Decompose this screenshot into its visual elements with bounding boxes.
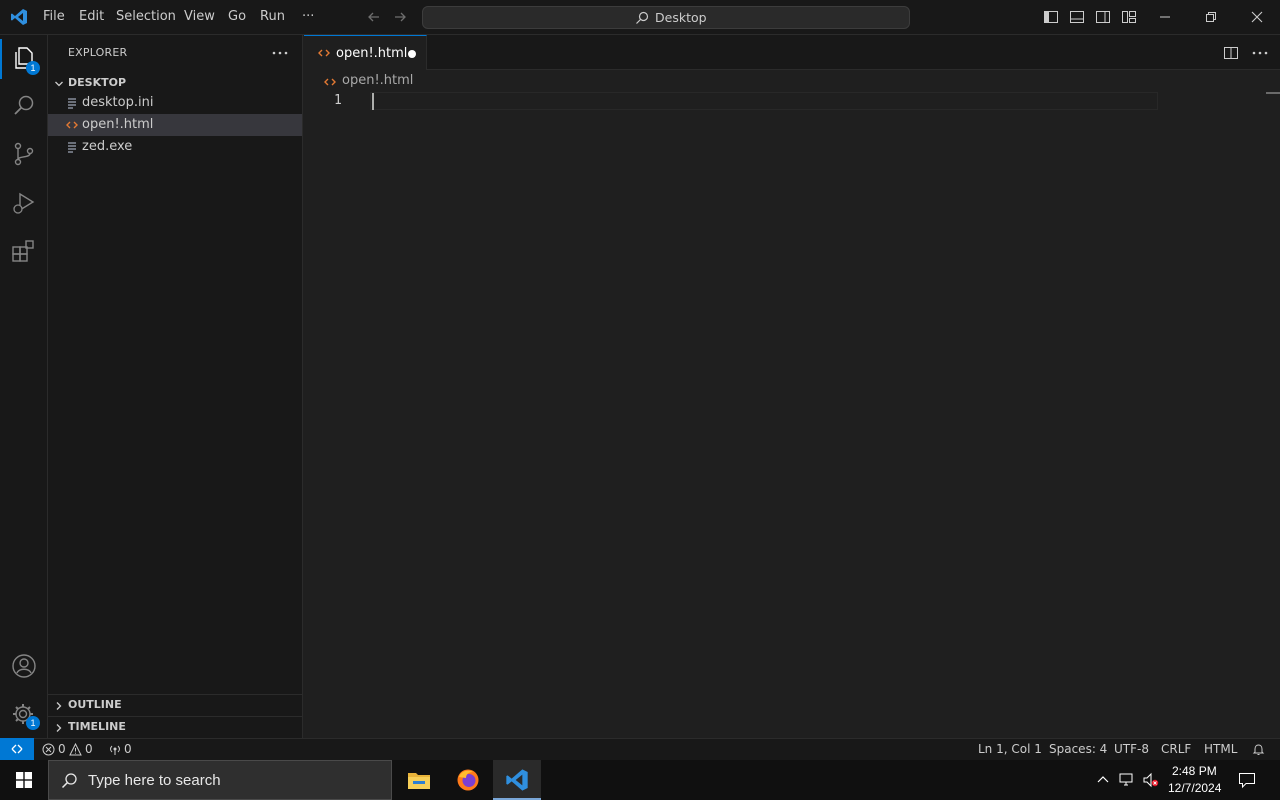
error-icon[interactable] [42,743,55,756]
customize-layout-icon[interactable] [1121,9,1137,25]
explorer-title: EXPLORER [68,46,128,59]
file-item-desktop-ini[interactable]: desktop.ini [48,92,302,114]
windows-start-icon[interactable] [0,760,48,800]
accounts-icon[interactable] [11,653,37,679]
vscode-taskbar-icon[interactable] [493,760,541,800]
file-item-zed-exe[interactable]: zed.exe [48,136,302,158]
chevron-right-icon [54,723,64,733]
chevron-down-icon [54,79,64,89]
menu-run[interactable]: Run [260,9,285,24]
outline-label: OUTLINE [68,698,122,711]
volume-muted-icon[interactable] [1142,772,1160,788]
menu-go[interactable]: Go [228,9,246,24]
search-icon [61,772,78,789]
file-explorer-icon[interactable] [395,760,443,800]
command-center[interactable]: Desktop [422,6,910,29]
warning-icon[interactable] [69,743,82,756]
text-cursor [372,93,374,110]
text-file-icon [66,97,78,109]
taskbar-search-box[interactable]: Type here to search [48,760,392,800]
end-of-line[interactable]: CRLF [1161,742,1191,756]
search-icon [635,11,649,25]
run-and-debug-icon[interactable] [11,190,37,216]
active-view-indicator [0,39,2,79]
line-number: 1 [334,93,342,108]
toggle-secondary-sidebar-icon[interactable] [1095,9,1111,25]
restore-icon[interactable] [1203,9,1219,25]
language-mode[interactable]: HTML [1204,742,1237,756]
source-control-icon[interactable] [11,141,37,167]
outline-section-header[interactable]: OUTLINE [48,694,302,716]
toggle-panel-icon[interactable] [1069,9,1085,25]
timeline-label: TIMELINE [68,720,126,733]
html-file-icon [324,76,336,88]
manage-gear-icon[interactable]: 1 [11,702,40,730]
show-hidden-icons-chevron-icon[interactable] [1097,774,1109,784]
desktop-folder-label: DESKTOP [68,76,127,89]
forward-arrow-icon[interactable] [392,9,408,25]
file-name: zed.exe [82,139,133,154]
code-editor[interactable]: 1 [304,92,1280,738]
file-item-open-html[interactable]: open!.html [48,114,302,136]
html-file-icon [66,119,78,131]
encoding[interactable]: UTF-8 [1114,742,1149,756]
editor-more-actions-icon[interactable] [1252,51,1268,55]
explorer-badge: 1 [26,61,40,75]
menu-more[interactable]: ··· [302,9,314,24]
breadcrumb[interactable]: open!.html [304,70,1280,92]
settings-badge: 1 [26,716,40,730]
search-icon[interactable] [11,93,37,119]
taskbar-search-placeholder: Type here to search [88,772,221,789]
extensions-icon[interactable] [11,238,37,264]
minimap-slider[interactable] [1266,92,1280,94]
split-editor-icon[interactable] [1224,46,1238,60]
notification-center-icon[interactable] [1238,771,1256,789]
menu-view[interactable]: View [184,9,215,24]
timeline-section-header[interactable]: TIMELINE [48,716,302,738]
back-arrow-icon[interactable] [366,9,382,25]
vscode-logo-icon [10,8,28,26]
menu-file[interactable]: File [43,9,65,24]
explorer-sidebar: EXPLORER DESKTOP desktop.ini open!.html … [48,35,303,738]
clock-date[interactable]: 12/7/2024 [1168,781,1221,795]
windows-taskbar: Type here to search 2:48 PM 12/7/2024 [0,760,1280,800]
chevron-right-icon [54,701,64,711]
clock-time[interactable]: 2:48 PM [1172,764,1217,778]
title-bar: File Edit Selection View Go Run ··· Desk… [0,0,1280,35]
minimize-icon[interactable] [1157,9,1173,25]
close-icon[interactable] [1249,9,1265,25]
menu-selection[interactable]: Selection [116,9,176,24]
text-file-icon [66,141,78,153]
ports-count[interactable]: 0 [124,742,132,756]
error-count[interactable]: 0 [58,742,66,756]
network-icon[interactable] [1118,772,1136,788]
editor-tab-bar: open!.html [304,35,1280,70]
tab-label: open!.html [336,46,408,61]
explorer-more-icon[interactable] [272,51,288,55]
toggle-primary-sidebar-icon[interactable] [1043,9,1059,25]
warning-count[interactable]: 0 [85,742,93,756]
ports-icon[interactable] [108,743,122,756]
notifications-bell-icon[interactable] [1252,743,1265,756]
tab-open-html[interactable]: open!.html [304,35,427,70]
firefox-icon[interactable] [444,760,492,800]
status-bar: 0 0 0 Ln 1, Col 1 Spaces: 4 UTF-8 CRLF H… [0,738,1280,760]
current-line-highlight [370,92,1158,110]
breadcrumb-file[interactable]: open!.html [342,73,413,88]
unsaved-dot-icon[interactable] [408,50,416,58]
file-name: open!.html [82,117,154,132]
remote-indicator[interactable] [0,738,34,760]
indentation[interactable]: Spaces: 4 [1049,742,1107,756]
activity-bar: 1 1 [0,35,48,738]
command-center-label: Desktop [655,10,707,25]
explorer-files-icon[interactable]: 1 [11,45,40,75]
cursor-position[interactable]: Ln 1, Col 1 [978,742,1042,756]
menu-edit[interactable]: Edit [79,9,104,24]
html-file-icon [318,47,330,59]
file-name: desktop.ini [82,95,154,110]
